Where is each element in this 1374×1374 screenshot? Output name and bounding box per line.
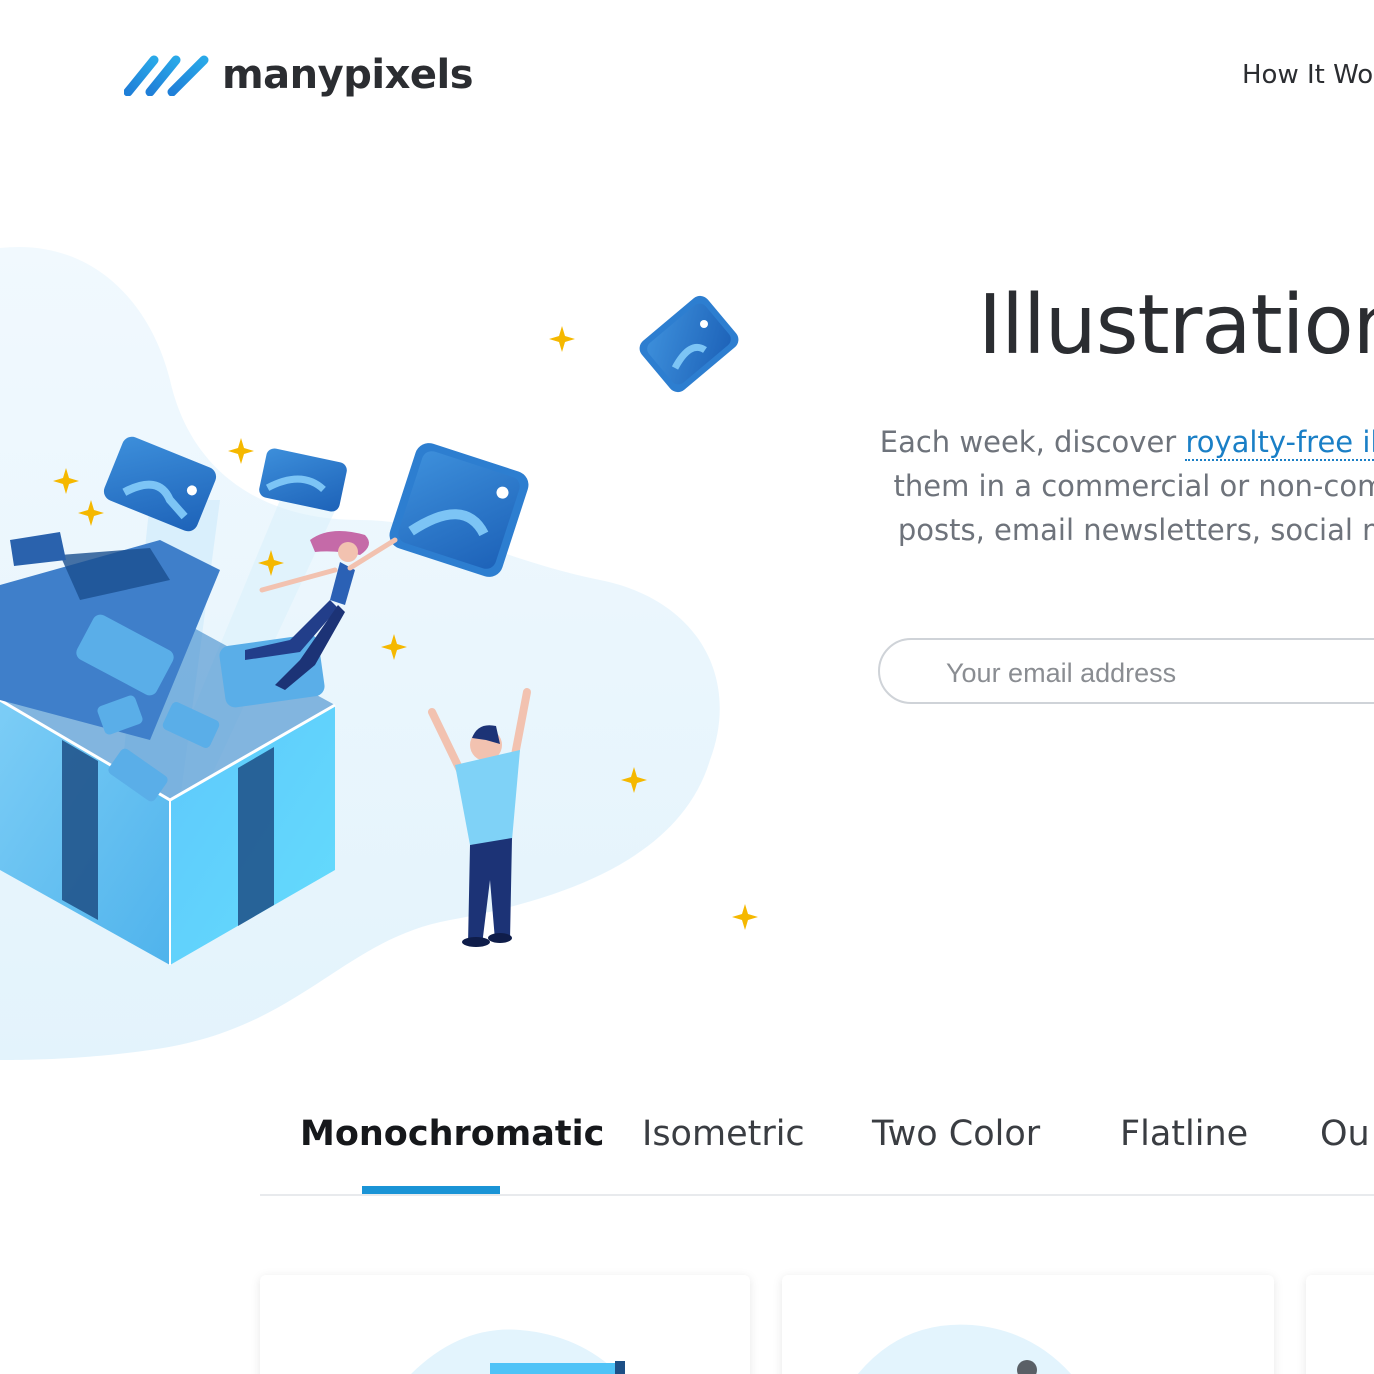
email-input[interactable]: [944, 654, 1368, 692]
page: manypixels How It Wo Illustration Each w…: [0, 0, 1374, 1374]
illustration-card[interactable]: [1306, 1275, 1374, 1374]
picture-card-icon: [639, 295, 739, 393]
active-tab-indicator: [362, 1186, 500, 1194]
picture-card-icon: [259, 448, 347, 512]
tab-flatline[interactable]: Flatline: [1120, 1114, 1248, 1154]
hero-description-line-2: them in a commercial or non-commercia: [893, 469, 1374, 503]
card-illustration: [411, 1329, 625, 1374]
tab-isometric[interactable]: Isometric: [642, 1114, 805, 1154]
hero-description-line-3: posts, email newsletters, social media g: [897, 513, 1374, 547]
email-form: [878, 638, 1374, 704]
style-tabs: Monochromatic Isometric Two Color Flatli…: [260, 1100, 1374, 1196]
hero-description-prefix: Each week, discover: [879, 425, 1186, 459]
tab-two-color[interactable]: Two Color: [872, 1114, 1040, 1154]
card-illustration: [857, 1324, 1072, 1374]
hero-description-line-1: Each week, discover royalty-free illustr…: [604, 420, 1374, 464]
illustration-card[interactable]: [782, 1275, 1274, 1374]
tab-monochromatic[interactable]: Monochromatic: [300, 1114, 604, 1154]
hero-title: Illustration: [978, 278, 1374, 373]
tab-outline[interactable]: Ou: [1320, 1114, 1370, 1154]
nav-how-it-works[interactable]: How It Wo: [1242, 60, 1373, 90]
hero-description: Each week, discover royalty-free illustr…: [604, 420, 1374, 552]
illustration-card[interactable]: [260, 1275, 750, 1374]
royalty-free-link[interactable]: royalty-free illustratio: [1185, 425, 1374, 461]
tabs-divider: [260, 1194, 1374, 1196]
